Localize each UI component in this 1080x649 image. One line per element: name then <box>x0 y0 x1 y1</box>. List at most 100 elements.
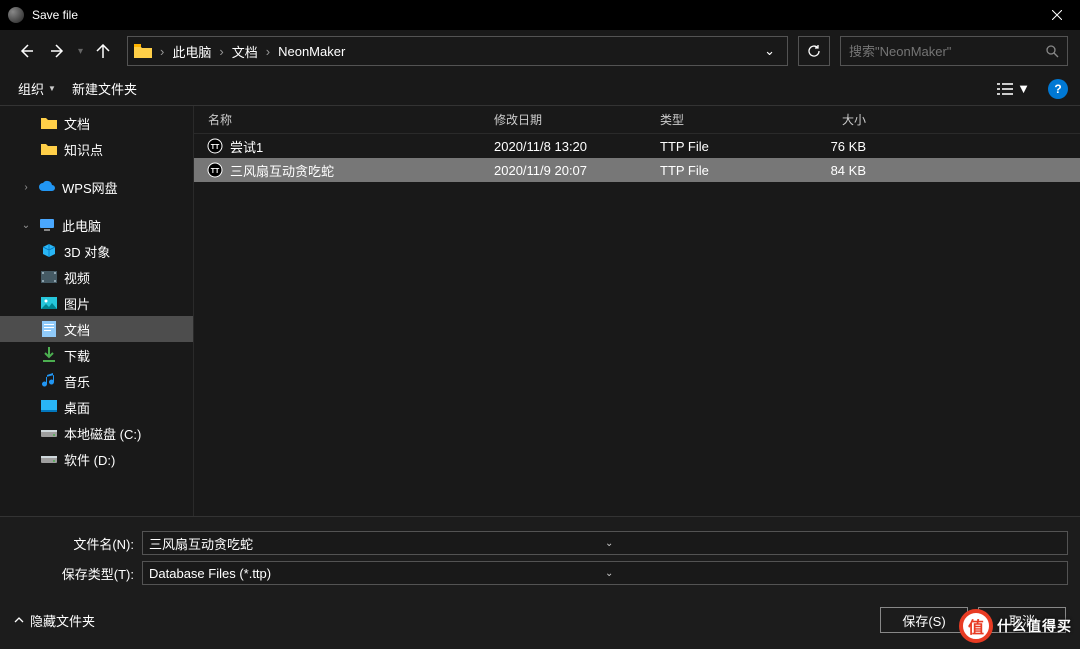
up-button[interactable] <box>89 37 117 65</box>
back-button[interactable] <box>12 37 40 65</box>
sidebar-item-label: 软件 (D:) <box>64 450 115 469</box>
breadcrumb-docs[interactable]: 文档 <box>226 42 264 61</box>
column-date[interactable]: 修改日期 <box>494 111 660 128</box>
save-button[interactable]: 保存(S) <box>880 607 968 633</box>
refresh-button[interactable] <box>798 36 830 66</box>
hide-folders-toggle[interactable]: 隐藏文件夹 <box>14 611 95 630</box>
chevron-down-icon: ▼ <box>1017 81 1030 96</box>
svg-text:TT: TT <box>211 144 220 151</box>
list-view-icon <box>997 82 1013 96</box>
file-size: 76 KB <box>794 139 874 154</box>
folder-icon <box>134 44 152 58</box>
sidebar-item[interactable]: 知识点 <box>0 136 193 162</box>
nav-history-dropdown[interactable]: ▾ <box>78 46 83 57</box>
file-type: TTP File <box>660 163 794 178</box>
title-bar: Save file <box>0 0 1080 30</box>
expand-icon[interactable]: ⌄ <box>20 220 32 231</box>
3d-icon <box>40 243 58 259</box>
sidebar-item[interactable]: › WPS网盘 <box>0 174 193 200</box>
help-button[interactable]: ? <box>1048 79 1068 99</box>
sidebar-item[interactable]: 桌面 <box>0 394 193 420</box>
view-options-button[interactable]: ▼ <box>991 77 1036 100</box>
hide-folders-label: 隐藏文件夹 <box>30 611 95 630</box>
sidebar-item-label: 知识点 <box>64 140 103 159</box>
footer: 隐藏文件夹 保存(S) 取消 值 什么值得买 <box>0 597 1080 649</box>
column-headers[interactable]: 名称 修改日期 类型 大小 <box>194 106 1080 134</box>
sidebar-item[interactable]: ⌄ 此电脑 <box>0 212 193 238</box>
cloud-icon <box>38 179 56 195</box>
pc-icon <box>38 217 56 233</box>
sidebar-item[interactable]: 文档 <box>0 110 193 136</box>
search-icon[interactable] <box>1045 44 1059 58</box>
chevron-down-icon[interactable]: ⌄ <box>605 568 1061 579</box>
sidebar-item[interactable]: 软件 (D:) <box>0 446 193 472</box>
chevron-right-icon[interactable]: › <box>158 44 166 59</box>
file-row[interactable]: TT 三风扇互动贪吃蛇2020/11/9 20:07TTP File84 KB <box>194 158 1080 182</box>
video-icon <box>40 269 58 285</box>
sidebar-item[interactable]: 3D 对象 <box>0 238 193 264</box>
nav-bar: ▾ › 此电脑 › 文档 › NeonMaker ⌄ <box>0 30 1080 72</box>
chevron-right-icon[interactable]: › <box>217 44 225 59</box>
chevron-right-icon[interactable]: › <box>264 44 272 59</box>
sidebar-item[interactable]: 本地磁盘 (C:) <box>0 420 193 446</box>
svg-text:TT: TT <box>211 168 220 175</box>
chevron-down-icon: ▼ <box>48 84 56 93</box>
search-input[interactable] <box>849 44 1045 59</box>
app-icon <box>8 7 24 23</box>
file-list[interactable]: TT 尝试12020/11/8 13:20TTP File76 KB TT 三风扇互动… <box>194 134 1080 516</box>
desktop-icon <box>40 399 58 415</box>
sidebar-item-label: 文档 <box>64 114 90 133</box>
breadcrumb-pc[interactable]: 此电脑 <box>166 42 217 61</box>
cancel-button[interactable]: 取消 <box>978 607 1066 633</box>
sidebar-item-label: 音乐 <box>64 372 90 391</box>
sidebar-item[interactable]: 下载 <box>0 342 193 368</box>
sidebar-item[interactable]: 文档 <box>0 316 193 342</box>
downloads-icon <box>40 347 58 363</box>
filename-label: 文件名(N): <box>12 534 142 553</box>
folder-yellow-icon <box>40 141 58 157</box>
expand-icon[interactable]: › <box>20 182 32 193</box>
column-type[interactable]: 类型 <box>660 111 794 128</box>
sidebar-item-label: 此电脑 <box>62 216 101 235</box>
search-box[interactable] <box>840 36 1068 66</box>
forward-button[interactable] <box>44 37 72 65</box>
sidebar-item[interactable]: 音乐 <box>0 368 193 394</box>
music-icon <box>40 373 58 389</box>
close-button[interactable] <box>1034 0 1080 30</box>
filename-input[interactable]: 三风扇互动贪吃蛇 ⌄ <box>142 531 1068 555</box>
filetype-select[interactable]: Database Files (*.ttp) ⌄ <box>142 561 1068 585</box>
file-name: 三风扇互动贪吃蛇 <box>230 161 494 180</box>
new-folder-button[interactable]: 新建文件夹 <box>66 75 143 102</box>
sidebar-tree[interactable]: 文档知识点›WPS网盘⌄此电脑3D 对象视频图片文档下载音乐桌面本地磁盘 (C:… <box>0 106 194 516</box>
drive-icon <box>40 425 58 441</box>
filetype-label: 保存类型(T): <box>12 564 142 583</box>
address-bar[interactable]: › 此电脑 › 文档 › NeonMaker ⌄ <box>127 36 788 66</box>
docs-icon <box>40 321 58 337</box>
chevron-down-icon[interactable]: ⌄ <box>605 538 1061 549</box>
sidebar-item-label: 图片 <box>64 294 90 313</box>
sidebar-item[interactable]: 视频 <box>0 264 193 290</box>
file-size: 84 KB <box>794 163 874 178</box>
sidebar-item-label: 3D 对象 <box>64 242 110 261</box>
file-row[interactable]: TT 尝试12020/11/8 13:20TTP File76 KB <box>194 134 1080 158</box>
organize-menu[interactable]: 组织 ▼ <box>12 75 62 102</box>
file-type: TTP File <box>660 139 794 154</box>
sidebar-item[interactable]: 图片 <box>0 290 193 316</box>
column-name[interactable]: 名称 <box>194 111 494 128</box>
toolbar: 组织 ▼ 新建文件夹 ▼ ? <box>0 72 1080 106</box>
save-fields: 文件名(N): 三风扇互动贪吃蛇 ⌄ 保存类型(T): Database Fil… <box>0 516 1080 597</box>
file-date: 2020/11/8 13:20 <box>494 139 660 154</box>
sidebar-item-label: 下载 <box>64 346 90 365</box>
sidebar-item-label: 文档 <box>64 320 90 339</box>
folder-yellow-icon <box>40 115 58 131</box>
sidebar-item-label: 桌面 <box>64 398 90 417</box>
file-name: 尝试1 <box>230 137 494 156</box>
column-size[interactable]: 大小 <box>794 111 874 128</box>
window-title: Save file <box>32 8 1034 22</box>
sidebar-item-label: WPS网盘 <box>62 178 118 197</box>
address-dropdown[interactable]: ⌄ <box>756 43 783 59</box>
breadcrumb-current[interactable]: NeonMaker <box>272 44 351 59</box>
file-date: 2020/11/9 20:07 <box>494 163 660 178</box>
sidebar-item-label: 本地磁盘 (C:) <box>64 424 141 443</box>
file-icon: TT <box>206 161 224 179</box>
